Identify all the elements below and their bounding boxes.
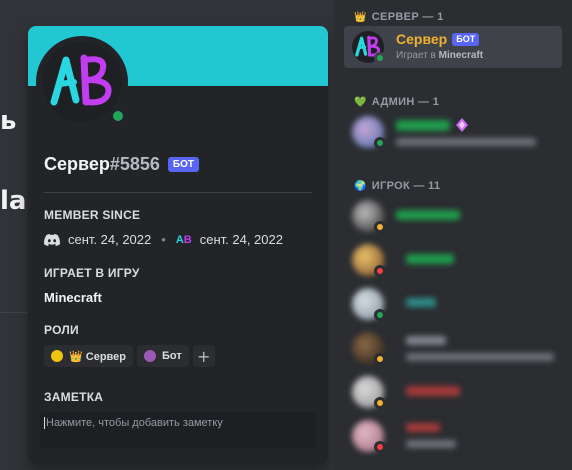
member-name: Сервер БОТ — [396, 31, 480, 47]
blurred-member-activity — [396, 138, 536, 146]
globe-icon: 🌍 — [354, 180, 367, 192]
member-activity: Играет в Minecraft — [396, 50, 483, 61]
green-heart-icon: 💚 — [354, 96, 367, 108]
blurred-member-name — [396, 120, 450, 131]
text-caret — [44, 417, 45, 430]
server-icon: AB — [175, 233, 192, 246]
role-pill-bot[interactable]: Бот — [137, 345, 189, 367]
member-item-player[interactable] — [344, 239, 562, 281]
dnd-status-indicator — [374, 441, 386, 453]
crown-icon: 👑 — [354, 11, 367, 23]
game-name: Minecraft — [44, 290, 102, 305]
blurred-member-name — [406, 423, 440, 432]
role-pill-server[interactable]: 👑 Сервер — [44, 345, 133, 367]
chat-divider — [0, 312, 28, 313]
member-since-title: MEMBER SINCE — [44, 208, 141, 222]
member-item-admin[interactable] — [344, 111, 562, 153]
online-status-indicator — [374, 137, 386, 149]
profile-username[interactable]: Сервер #5856 БОТ — [44, 154, 199, 175]
roles-list: 👑 Сервер Бот + — [44, 345, 215, 367]
member-item-player[interactable] — [344, 371, 562, 413]
activity-prefix: Играет в — [396, 50, 436, 61]
role-label: 👑 Сервер — [69, 350, 126, 363]
blurred-member-name — [406, 254, 454, 264]
idle-status-indicator — [374, 397, 386, 409]
blurred-member-activity — [406, 440, 456, 448]
role-color-dot — [144, 350, 156, 362]
profile-popout: Сервер #5856 БОТ MEMBER SINCE сент. 24, 2… — [28, 26, 328, 464]
member-item-player[interactable] — [344, 195, 562, 237]
online-status-indicator — [374, 309, 386, 321]
booster-gem-icon — [456, 118, 468, 132]
idle-status-indicator — [374, 221, 386, 233]
online-status-indicator — [374, 52, 386, 64]
member-item-server-bot[interactable]: Сервер БОТ Играет в Minecraft — [344, 26, 562, 68]
dnd-status-indicator — [374, 265, 386, 277]
blurred-member-name — [406, 386, 460, 396]
blurred-member-name — [396, 210, 460, 220]
discord-logo-icon — [44, 233, 60, 246]
member-item-player[interactable] — [344, 327, 562, 369]
chat-text-fragment: ь — [0, 106, 17, 136]
group-header-admin: 💚 АДМИН — 1 — [354, 96, 439, 108]
note-input[interactable]: Нажмите, чтобы добавить заметку — [40, 412, 316, 448]
server-join-date: сент. 24, 2022 — [199, 232, 283, 247]
bot-badge: БОТ — [167, 157, 199, 172]
discord-join-date: сент. 24, 2022 — [68, 232, 152, 247]
idle-status-indicator — [374, 353, 386, 365]
activity-game: Minecraft — [438, 50, 484, 61]
group-header-player: 🌍 ИГРОК — 11 — [354, 180, 440, 192]
group-header-server: 👑 СЕРВЕР — 1 — [354, 11, 444, 23]
add-role-button[interactable]: + — [192, 345, 215, 367]
member-name-text: Сервер — [396, 31, 448, 47]
username-text: Сервер — [44, 154, 110, 174]
chat-text-fragment: la — [0, 186, 27, 216]
group-title: АДМИН — 1 — [371, 96, 440, 108]
member-item-player[interactable] — [344, 415, 562, 457]
note-placeholder: Нажмите, чтобы добавить заметку — [46, 417, 223, 429]
profile-avatar-wrapper[interactable] — [36, 36, 128, 128]
bot-badge: БОТ — [452, 32, 480, 46]
separator-dot: • — [161, 232, 166, 247]
member-since-row: сент. 24, 2022 • AB сент. 24, 2022 — [44, 232, 283, 247]
note-title: ЗАМЕТКА — [44, 390, 104, 404]
group-title: СЕРВЕР — 1 — [371, 11, 444, 23]
roles-title: РОЛИ — [44, 323, 79, 337]
profile-divider — [44, 192, 312, 193]
role-label: Бот — [162, 350, 182, 362]
online-status-indicator — [109, 107, 127, 125]
blurred-member-name — [406, 336, 446, 345]
playing-title: ИГРАЕТ В ИГРУ — [44, 266, 140, 280]
blurred-member-activity — [406, 353, 554, 361]
role-color-dot — [51, 350, 63, 362]
member-item-player[interactable] — [344, 283, 562, 325]
username-discriminator: #5856 — [109, 154, 160, 174]
blurred-member-name — [406, 298, 436, 307]
group-title: ИГРОК — 11 — [371, 180, 441, 192]
member-list: 👑 СЕРВЕР — 1 Сервер БОТ Играет в Minecra… — [334, 0, 572, 470]
